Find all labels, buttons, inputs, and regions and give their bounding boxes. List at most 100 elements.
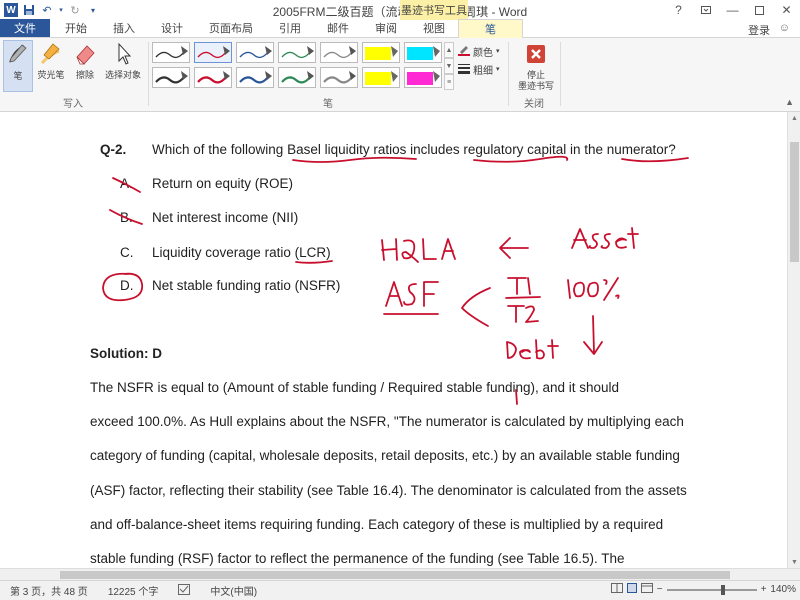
title-bar: W ↶ ▾ ↻ ▾ 2005FRM二级百题（流动性风险）_周琪 - Word 墨…	[0, 0, 800, 20]
pen-style-swatch[interactable]	[320, 67, 358, 88]
minimize-icon[interactable]: —	[719, 0, 746, 20]
scroll-down-icon[interactable]: ▼	[788, 556, 800, 568]
tab-page-layout[interactable]: 页面布局	[196, 19, 266, 37]
sign-in-link[interactable]: 登录	[748, 22, 770, 38]
horizontal-scrollbar-thumb[interactable]	[60, 571, 730, 579]
read-mode-icon[interactable]	[610, 583, 623, 596]
pen-style-swatch[interactable]	[278, 67, 316, 88]
pen-style-swatch[interactable]	[404, 42, 442, 63]
paragraph-line: stable funding (RSF) factor to reflect t…	[90, 551, 625, 566]
gallery-more-icon[interactable]: ≡	[444, 74, 454, 90]
zoom-slider[interactable]	[666, 584, 757, 595]
pen-style-swatch[interactable]	[152, 42, 190, 63]
eraser-button[interactable]: 擦除	[70, 40, 100, 92]
gallery-up-icon[interactable]: ▲	[444, 42, 454, 58]
paragraph-line: exceed 100.0%. As Hull explains about th…	[90, 414, 684, 429]
word-logo-icon[interactable]: W	[4, 3, 18, 17]
scrollbar-thumb[interactable]	[790, 142, 799, 262]
close-group: 停止 墨迹书写 关闭	[510, 38, 558, 112]
select-arrow-icon	[110, 40, 136, 68]
solution-heading: Solution: D	[90, 346, 162, 361]
ink-fraction-bar	[505, 296, 541, 299]
quick-access-toolbar: W ↶ ▾ ↻ ▾	[0, 0, 100, 20]
tab-review[interactable]: 审阅	[362, 19, 410, 37]
pen-style-swatch[interactable]	[278, 42, 316, 63]
tab-mailings[interactable]: 邮件	[314, 19, 362, 37]
gallery-down-icon[interactable]: ▼	[444, 58, 454, 74]
ink-t2	[507, 305, 539, 323]
question-text: Which of the following Basel liquidity r…	[152, 142, 676, 157]
pen-style-swatch[interactable]	[236, 42, 274, 63]
tab-view[interactable]: 视图	[410, 19, 458, 37]
pen-color-button[interactable]: 颜色 ▾	[458, 44, 500, 59]
pen-thickness-button[interactable]: 粗细 ▾	[458, 62, 500, 77]
ribbon-separator	[560, 42, 561, 106]
option-letter: A.	[120, 176, 133, 191]
close-icon[interactable]: ✕	[773, 0, 800, 20]
ribbon-separator	[508, 42, 509, 106]
pen-style-swatch[interactable]	[194, 67, 232, 88]
save-icon[interactable]	[22, 3, 36, 17]
tab-pens[interactable]: 笔	[458, 19, 523, 38]
ink-asf	[385, 281, 439, 307]
tab-insert[interactable]: 插入	[100, 19, 148, 37]
window-controls: ? — ✕	[665, 0, 800, 20]
vertical-scrollbar[interactable]: ▲ ▼	[787, 112, 800, 568]
underline-regulatory-capital	[473, 155, 569, 163]
pen-button[interactable]: 笔	[3, 40, 33, 92]
write-group-label: 写入	[63, 99, 83, 110]
pen-style-swatch[interactable]	[194, 42, 232, 63]
chevron-down-icon: ▾	[496, 66, 500, 73]
pen-style-swatch[interactable]	[404, 67, 442, 88]
ribbon-display-options-icon[interactable]	[692, 0, 719, 20]
proofing-icon[interactable]	[168, 583, 200, 598]
customize-qat-icon[interactable]: ▾	[86, 3, 100, 17]
pen-style-swatch[interactable]	[320, 42, 358, 63]
word-count[interactable]: 12225 个字	[98, 583, 169, 598]
horizontal-scrollbar[interactable]	[0, 568, 800, 580]
underline-numerator	[621, 157, 689, 163]
ink-hqla	[381, 238, 456, 263]
underline-basel-liquidity-ratios	[292, 156, 417, 163]
zoom-in-icon[interactable]: +	[761, 584, 767, 595]
language-indicator[interactable]: 中文(中国)	[200, 583, 267, 598]
write-group: 笔 荧光笔 擦除 选择对象 写入	[0, 38, 146, 112]
zoom-out-icon[interactable]: −	[657, 584, 663, 595]
undo-icon[interactable]: ↶	[40, 3, 54, 17]
zoom-control: − + 140%	[610, 583, 796, 596]
pen-style-swatch[interactable]	[362, 67, 400, 88]
tab-file[interactable]: 文件	[0, 19, 50, 37]
pen-thickness-label: 粗细	[473, 65, 493, 77]
tab-references[interactable]: 引用	[266, 19, 314, 37]
select-objects-button[interactable]: 选择对象	[104, 40, 142, 92]
zoom-slider-knob[interactable]	[720, 584, 725, 595]
tab-design[interactable]: 设计	[148, 19, 196, 37]
undo-dropdown-icon[interactable]: ▾	[58, 3, 64, 17]
zoom-level[interactable]: 140%	[770, 584, 796, 595]
ink-100-percent	[567, 277, 620, 301]
ink-arrow-down	[583, 315, 603, 355]
page-count[interactable]: 第 3 页，共 48 页	[0, 583, 98, 598]
pen-style-swatch[interactable]	[236, 67, 274, 88]
stop-inking-button[interactable]: 停止 墨迹书写	[516, 40, 556, 96]
ink-tools-group-title: 墨迹书写工具	[400, 0, 468, 20]
paragraph-line: The NSFR is equal to (Amount of stable f…	[90, 380, 620, 395]
document-area[interactable]: Q-2. Which of the following Basel liquid…	[0, 112, 800, 568]
underline-lcr	[295, 260, 333, 264]
tab-home[interactable]: 开始	[52, 19, 100, 37]
feedback-icon[interactable]: ☺	[779, 22, 790, 34]
maximize-icon[interactable]	[746, 0, 773, 20]
option-letter: D.	[120, 278, 134, 293]
scroll-up-icon[interactable]: ▲	[788, 112, 800, 124]
redo-icon[interactable]: ↻	[68, 3, 82, 17]
help-icon[interactable]: ?	[665, 0, 692, 20]
pen-color-icon	[458, 44, 470, 59]
highlighter-button[interactable]: 荧光笔	[36, 40, 66, 92]
pen-thickness-icon	[458, 62, 470, 77]
option-text: Net stable funding ratio (NSFR)	[152, 278, 341, 293]
pen-style-swatch[interactable]	[152, 67, 190, 88]
print-layout-icon[interactable]	[626, 583, 637, 596]
web-layout-icon[interactable]	[640, 583, 653, 596]
collapse-ribbon-icon[interactable]: ▲	[785, 97, 794, 107]
pen-style-swatch[interactable]	[362, 42, 400, 63]
